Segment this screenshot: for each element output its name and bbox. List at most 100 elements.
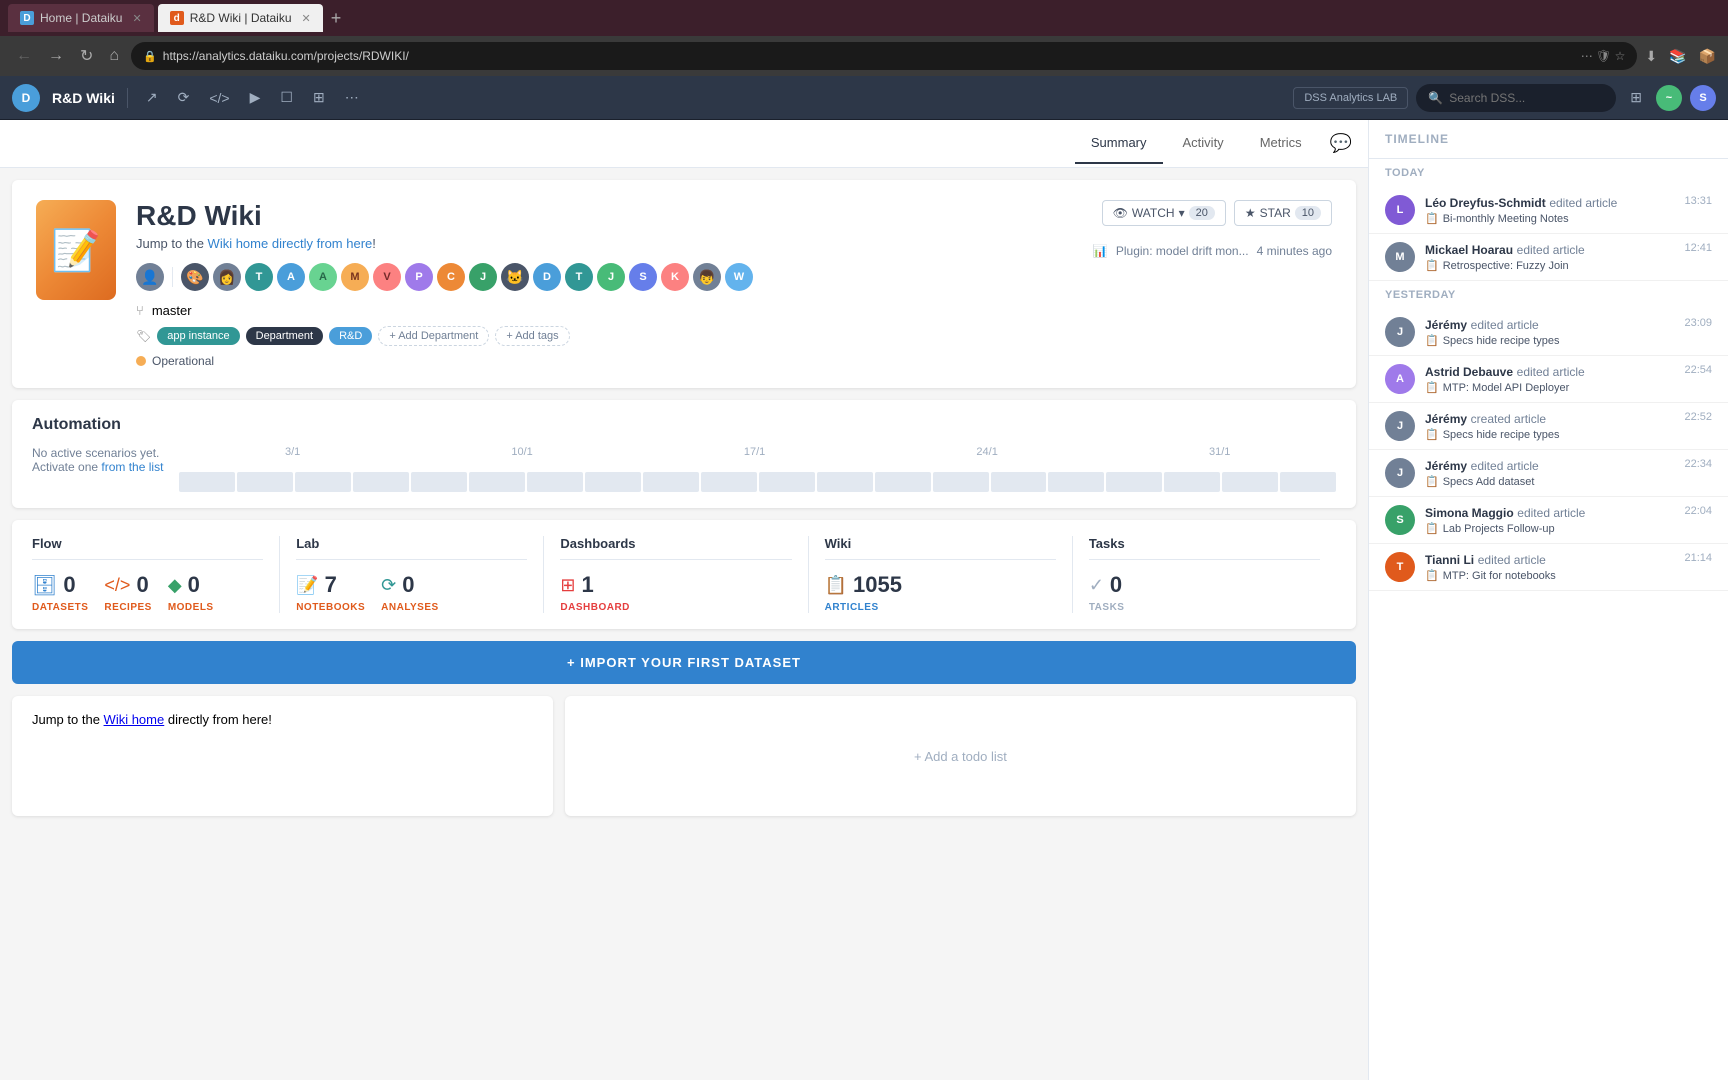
timeline-content-jeremy-edit2: Jérémy edited article 📋 Specs Add datase… xyxy=(1425,458,1674,488)
close-home-tab[interactable]: ✕ xyxy=(132,12,141,25)
close-wiki-tab[interactable]: ✕ xyxy=(302,12,311,25)
mickael-action: edited article xyxy=(1517,243,1585,257)
directly-link[interactable]: directly from here xyxy=(268,236,372,251)
star-count: 10 xyxy=(1295,206,1321,220)
timeline-content-leo: Léo Dreyfus-Schmidt edited article 📋 Bi-… xyxy=(1425,195,1674,225)
notebooks-val: 7 xyxy=(325,572,337,598)
stat-datasets: 🗄 0 DATASETS xyxy=(32,572,88,613)
articles-val-row: 📋 1055 xyxy=(825,572,902,598)
avatar-M[interactable]: M xyxy=(341,263,369,291)
wiki-home-link[interactable]: Wiki home xyxy=(208,236,269,251)
download-icon[interactable]: ⬇ xyxy=(1645,48,1657,65)
refresh-button[interactable]: ↻ xyxy=(76,42,97,70)
avatar-P[interactable]: P xyxy=(405,263,433,291)
avatar-J[interactable]: J xyxy=(469,263,497,291)
avatar-cat[interactable]: 🐱 xyxy=(501,263,529,291)
tag-app-instance[interactable]: app instance xyxy=(157,327,239,345)
stat-dashboard: ⊞ 1 DASHBOARD xyxy=(560,572,630,613)
add-department-button[interactable]: + Add Department xyxy=(378,326,489,346)
timeline-item-leo: L Léo Dreyfus-Schmidt edited article 📋 B… xyxy=(1369,187,1728,234)
project-info: R&D Wiki Jump to the Wiki home directly … xyxy=(136,200,1332,368)
new-tab-button[interactable]: + xyxy=(331,8,342,29)
avatar-J2[interactable]: J xyxy=(597,263,625,291)
avatar-C[interactable]: C xyxy=(437,263,465,291)
article-icon-jeremy-edit2: 📋 xyxy=(1425,475,1439,488)
toolbar-refresh-icon[interactable]: ⟳ xyxy=(172,85,196,110)
article-icon-tianni: 📋 xyxy=(1425,569,1439,582)
toolbar-run-icon[interactable]: ▶ xyxy=(244,85,267,110)
add-todo-button[interactable]: + Add a todo list xyxy=(914,749,1007,764)
timeline-content-jeremy-edit: Jérémy edited article 📋 Specs hide recip… xyxy=(1425,317,1674,347)
browser-actions: ⬇ 📚 📦 xyxy=(1645,48,1716,65)
bookmarks-icon[interactable]: 📚 xyxy=(1669,48,1686,65)
avatar-S[interactable]: S xyxy=(629,263,657,291)
mickael-article: 📋 Retrospective: Fuzzy Join xyxy=(1425,259,1674,272)
tab-summary[interactable]: Summary xyxy=(1075,123,1163,164)
project-title: R&D Wiki xyxy=(136,200,376,232)
avatar-K[interactable]: K xyxy=(661,263,689,291)
toolbar-code-icon[interactable]: </> xyxy=(203,86,235,110)
search-input[interactable] xyxy=(1449,91,1604,105)
status-text: Operational xyxy=(152,354,214,368)
mickael-username: Mickael Hoarau xyxy=(1425,243,1513,257)
toolbar-more-icon[interactable]: ⋯ xyxy=(339,85,365,110)
avatar-A2[interactable]: A xyxy=(309,263,337,291)
tab-home[interactable]: D Home | Dataiku ✕ xyxy=(8,4,154,32)
label-171: 17/1 xyxy=(744,446,765,458)
url-bar[interactable]: 🔒 https://analytics.dataiku.com/projects… xyxy=(131,42,1637,70)
analyses-val-row: ⟳ 0 xyxy=(381,572,414,598)
leo-action-text: Léo Dreyfus-Schmidt edited article xyxy=(1425,195,1674,210)
flow-items: 🗄 0 DATASETS </> 0 RECIPES xyxy=(32,572,263,613)
back-button[interactable]: ← xyxy=(12,43,36,69)
from-list-link[interactable]: from the list xyxy=(101,460,163,474)
avatar-T[interactable]: T xyxy=(245,263,273,291)
avatar-user1[interactable]: 👤 xyxy=(136,263,164,291)
search-bar[interactable]: 🔍 xyxy=(1416,84,1616,112)
avatar-W[interactable]: W xyxy=(725,263,753,291)
avatar-A[interactable]: A xyxy=(277,263,305,291)
avatar-V[interactable]: V xyxy=(373,263,401,291)
watch-button[interactable]: 👁 WATCH ▾ 20 xyxy=(1102,200,1226,226)
yesterday-label: YESTERDAY xyxy=(1369,281,1728,309)
bar-16 xyxy=(1048,472,1104,492)
avatar-mickael: M xyxy=(1385,242,1415,272)
toolbar-deploy-icon[interactable]: ☐ xyxy=(274,85,299,110)
import-dataset-button[interactable]: + IMPORT YOUR FIRST DATASET xyxy=(12,641,1356,684)
tianni-action: Tianni Li edited article xyxy=(1425,552,1674,567)
dashboard-val: 1 xyxy=(582,572,594,598)
avatar-D[interactable]: D xyxy=(533,263,561,291)
user-avatar-green[interactable]: ~ xyxy=(1656,85,1682,111)
label-101: 10/1 xyxy=(511,446,532,458)
forward-button[interactable]: → xyxy=(44,43,68,69)
user-avatar-purple[interactable]: S xyxy=(1690,85,1716,111)
avatar-T2[interactable]: T xyxy=(565,263,593,291)
avatar-user3[interactable]: 👩 xyxy=(213,263,241,291)
extensions-icon[interactable]: 📦 xyxy=(1699,48,1716,65)
home-button[interactable]: ⌂ xyxy=(105,43,123,69)
add-tags-button[interactable]: + Add tags xyxy=(495,326,569,346)
timeline-content-tianni: Tianni Li edited article 📋 MTP: Git for … xyxy=(1425,552,1674,582)
simona-verb: edited article xyxy=(1517,506,1585,520)
tab-metrics[interactable]: Metrics xyxy=(1244,123,1318,164)
tag-department[interactable]: Department xyxy=(246,327,323,345)
article-icon-leo: 📋 xyxy=(1425,212,1439,225)
tab-wiki[interactable]: d R&D Wiki | Dataiku ✕ xyxy=(158,4,323,32)
bar-8 xyxy=(585,472,641,492)
avatar-user2[interactable]: 🎨 xyxy=(181,263,209,291)
toolbar-grid-icon[interactable]: ⊞ xyxy=(307,85,331,110)
bar-6 xyxy=(469,472,525,492)
stat-analyses: ⟳ 0 ANALYSES xyxy=(381,572,439,613)
toolbar-share-icon[interactable]: ↗ xyxy=(140,85,164,110)
stat-recipes: </> 0 RECIPES xyxy=(104,572,151,613)
grid-apps-icon[interactable]: ⊞ xyxy=(1624,85,1648,110)
astrid-username: Astrid Debauve xyxy=(1425,365,1513,379)
timeline-content-mickael: Mickael Hoarau edited article 📋 Retrospe… xyxy=(1425,242,1674,272)
avatar-user-photo[interactable]: 👦 xyxy=(693,263,721,291)
tab-activity[interactable]: Activity xyxy=(1167,123,1240,164)
models-icon: ◆ xyxy=(168,575,182,596)
stat-group-lab: Lab 📝 7 NOTEBOOKS ⟳ 0 xyxy=(296,536,544,613)
tag-rd[interactable]: R&D xyxy=(329,327,372,345)
chat-icon[interactable]: 💬 xyxy=(1330,133,1352,154)
wiki-home-card-link[interactable]: Wiki home xyxy=(104,712,165,727)
star-button[interactable]: ★ STAR 10 xyxy=(1234,200,1332,226)
